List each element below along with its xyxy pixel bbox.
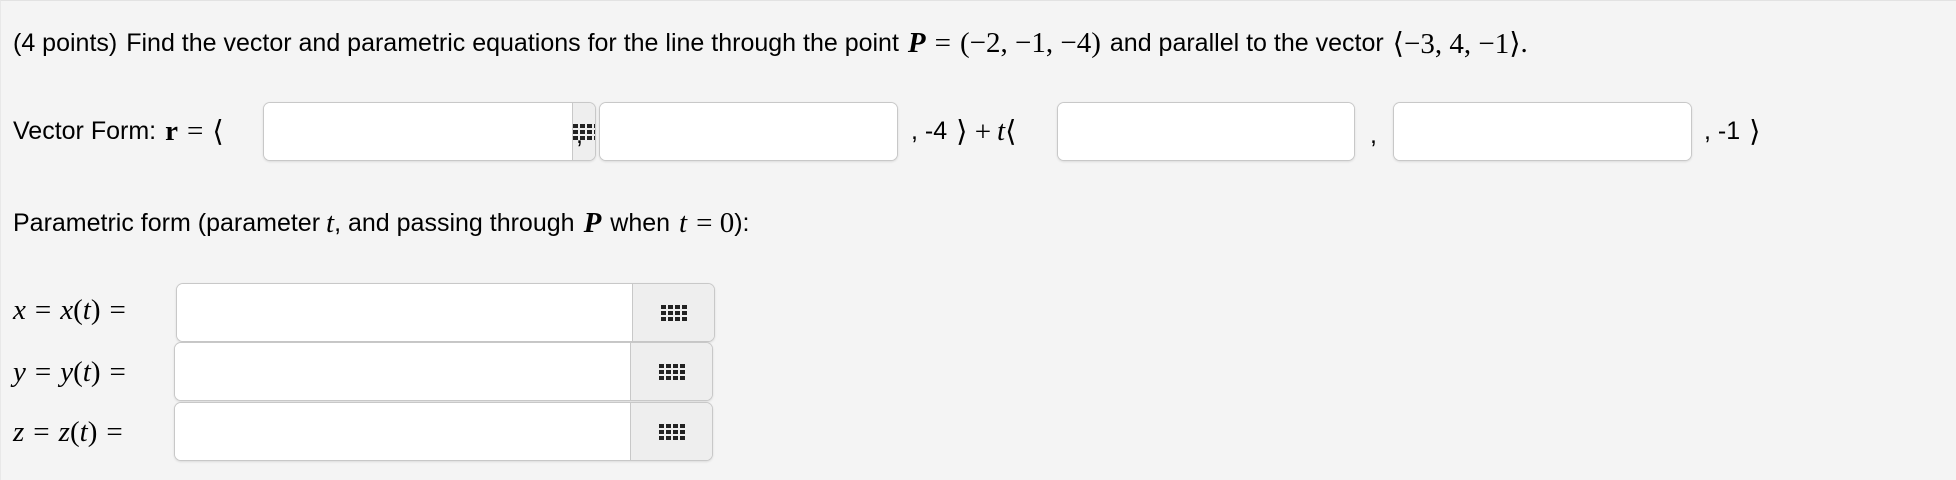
comma-separator: , (1370, 121, 1377, 149)
close-plus: ⟩ + (956, 115, 992, 148)
open-angle-bracket: ⟨ (1005, 115, 1017, 148)
vector-point-y-input[interactable] (600, 103, 897, 160)
math-keyboard-button[interactable] (630, 403, 712, 460)
y-variable: y (13, 355, 26, 388)
parameter-t: t (326, 206, 335, 239)
vector-point-y-field[interactable] (599, 102, 898, 161)
y-equation-input[interactable] (175, 343, 630, 400)
vector-direction-x-field[interactable] (1057, 102, 1355, 161)
equals-zero: = 0 (696, 206, 735, 239)
z-equation-label: z = z (t) = (13, 415, 123, 448)
comma-separator: , (576, 121, 583, 149)
y-equation-field[interactable] (174, 342, 713, 401)
x-variable: x (13, 293, 26, 326)
math-keyboard-icon (658, 363, 685, 380)
vector-r: r (165, 114, 178, 147)
vector-form-label-group: Vector Form: r = ⟨ (13, 109, 224, 153)
parameter-t: t (997, 114, 1006, 147)
parametric-heading-b: , and passing through (334, 208, 575, 237)
parameter-t: t (82, 355, 91, 388)
vector-direction-y-input[interactable] (1394, 103, 1691, 160)
vector-direction-x-input[interactable] (1058, 103, 1354, 160)
x-equation-field[interactable] (176, 283, 715, 342)
x-equation-label: x = x (t) = (13, 293, 126, 326)
problem-panel: (4 points) Find the vector and parametri… (0, 0, 1956, 480)
vector-form-label: Vector Form: (13, 116, 157, 145)
z-equation-field[interactable] (174, 402, 713, 461)
point-coordinates: (−2, −1, −4) (960, 26, 1101, 59)
math-keyboard-icon (660, 304, 687, 321)
point-variable: P (583, 206, 602, 239)
question-text: (4 points) Find the vector and parametri… (13, 21, 1528, 65)
point-variable: P (907, 26, 926, 59)
z-function: z (58, 415, 70, 448)
parameter-t: t (79, 415, 88, 448)
parametric-heading-end: ): (734, 208, 750, 237)
vector-mid-text: , -4 ⟩ + t ⟨ (911, 109, 1016, 153)
parametric-heading-c: when (610, 208, 671, 237)
fixed-direction-z: , -1 (1704, 116, 1741, 145)
fixed-z-component: , -4 (911, 116, 948, 145)
period: . (1520, 26, 1528, 59)
question-prompt: Find the vector and parametric equations… (126, 28, 899, 57)
z-variable: z (13, 415, 25, 448)
math-keyboard-button[interactable] (630, 343, 712, 400)
direction-vector: ⟨−3, 4, −1⟩ (1392, 27, 1521, 60)
vector-point-x-input[interactable] (264, 103, 572, 160)
math-keyboard-button[interactable] (632, 284, 714, 341)
y-equation-label: y = y (t) = (13, 355, 126, 388)
parametric-heading: Parametric form (parameter t , and passi… (13, 201, 750, 245)
x-function: x (60, 293, 74, 326)
z-equation-input[interactable] (175, 403, 630, 460)
equals-sign: = (934, 26, 951, 59)
parameter-t: t (82, 293, 91, 326)
parameter-t: t (679, 206, 688, 239)
vector-end-text: , -1 ⟩ (1704, 109, 1760, 153)
points-label: (4 points) (13, 28, 118, 57)
question-prompt-b: and parallel to the vector (1109, 28, 1384, 57)
parametric-heading-a: Parametric form (parameter (13, 208, 321, 237)
y-function: y (60, 355, 74, 388)
x-equation-input[interactable] (177, 284, 632, 341)
vector-point-x-field[interactable] (263, 102, 596, 161)
close-angle-bracket: ⟩ (1749, 115, 1761, 148)
vector-direction-y-field[interactable] (1393, 102, 1692, 161)
equals-sign: = (186, 114, 204, 147)
math-keyboard-icon (658, 423, 685, 440)
open-angle-bracket: ⟨ (212, 115, 224, 148)
